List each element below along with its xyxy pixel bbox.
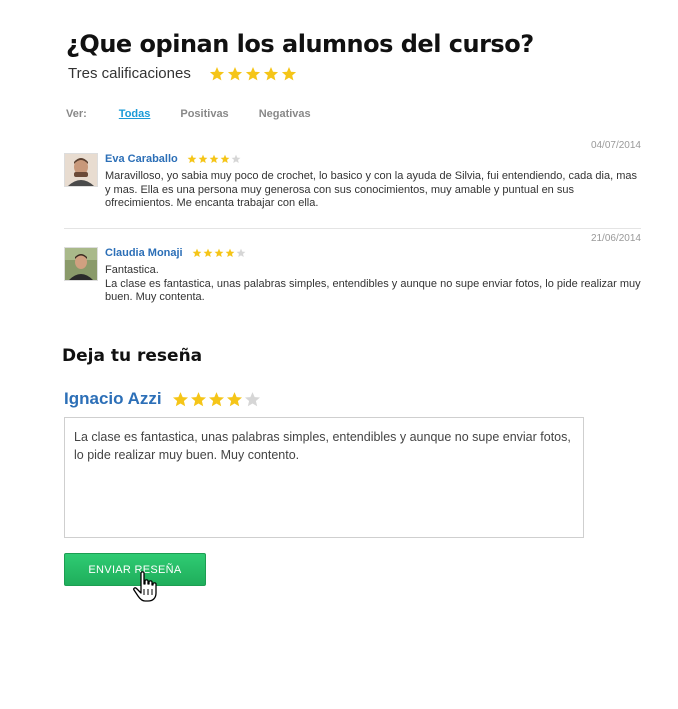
tab-todas[interactable]: Todas <box>119 108 151 120</box>
star-empty-icon[interactable] <box>244 391 261 408</box>
review-text-title: Fantastica. <box>105 264 159 276</box>
review-item: 04/07/2014 Eva Caraballo Maravilloso, yo… <box>64 140 641 220</box>
star-filled-icon <box>225 248 235 258</box>
compose-author-row: Ignacio Azzi <box>64 389 262 409</box>
star-filled-icon <box>281 66 297 82</box>
star-empty-icon <box>231 154 241 164</box>
star-filled-icon[interactable] <box>190 391 207 408</box>
review-rating-stars <box>192 248 247 258</box>
ratings-count: Tres calificaciones <box>68 65 191 82</box>
star-filled-icon[interactable] <box>226 391 243 408</box>
star-filled-icon <box>209 66 225 82</box>
review-text-body: La clase es fantastica, unas palabras si… <box>105 277 641 304</box>
star-filled-icon <box>192 248 202 258</box>
review-item: 21/06/2014 Claudia Monaji Fantastica. La… <box>64 233 641 308</box>
compose-rating-stars[interactable] <box>172 391 262 408</box>
star-filled-icon <box>245 66 261 82</box>
summary-row: Tres calificaciones <box>68 65 299 82</box>
divider <box>64 228 641 229</box>
overall-rating-stars <box>209 66 299 82</box>
section-title: Deja tu reseña <box>62 346 203 366</box>
reviewer-name[interactable]: Eva Caraballo <box>105 153 178 165</box>
avatar <box>64 247 98 281</box>
compose-author-name: Ignacio Azzi <box>64 389 162 408</box>
star-empty-icon <box>236 248 246 258</box>
review-text: Fantastica. La clase es fantastica, unas… <box>105 264 641 305</box>
review-date: 21/06/2014 <box>590 233 641 244</box>
star-filled-icon <box>214 248 224 258</box>
star-filled-icon <box>187 154 197 164</box>
review-date: 04/07/2014 <box>590 140 641 151</box>
star-filled-icon <box>209 154 219 164</box>
review-textarea[interactable]: La clase es fantastica, unas palabras si… <box>64 417 584 538</box>
star-filled-icon <box>227 66 243 82</box>
reviewer-name[interactable]: Claudia Monaji <box>105 247 183 259</box>
tab-positivas[interactable]: Positivas <box>180 108 228 120</box>
star-filled-icon[interactable] <box>208 391 225 408</box>
star-filled-icon <box>220 154 230 164</box>
star-filled-icon <box>263 66 279 82</box>
page-title: ¿Que opinan los alumnos del curso? <box>66 30 534 58</box>
filter-bar: Ver: Todas Positivas Negativas <box>66 108 341 120</box>
tab-negativas[interactable]: Negativas <box>259 108 311 120</box>
review-text: Maravilloso, yo sabia muy poco de croche… <box>105 170 637 209</box>
star-filled-icon[interactable] <box>172 391 189 408</box>
filter-label: Ver: <box>66 108 87 120</box>
star-filled-icon <box>198 154 208 164</box>
hand-pointer-icon <box>133 571 157 602</box>
avatar <box>64 153 98 187</box>
star-filled-icon <box>203 248 213 258</box>
review-rating-stars <box>187 154 242 164</box>
